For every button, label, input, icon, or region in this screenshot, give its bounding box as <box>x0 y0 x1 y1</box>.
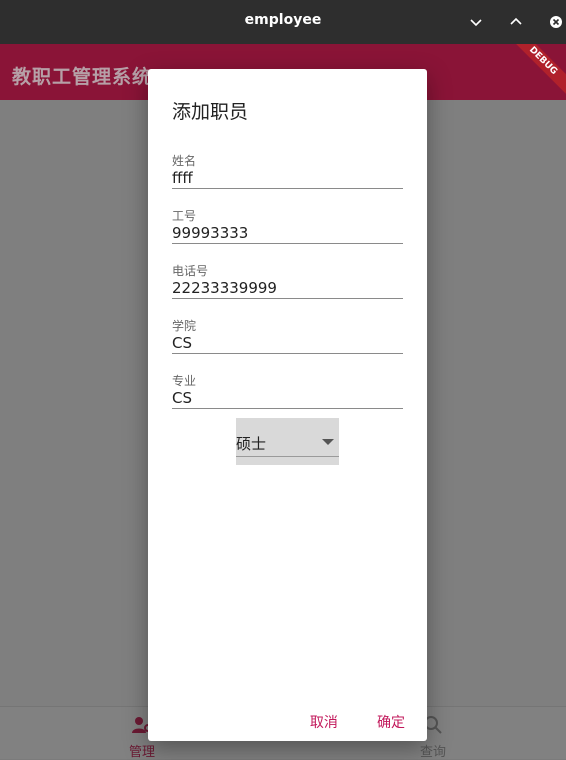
phone-label: 电话号 <box>172 264 209 278</box>
major-field[interactable]: 专业 <box>172 360 403 409</box>
college-input[interactable] <box>172 333 403 353</box>
phone-field[interactable]: 电话号 <box>172 250 403 299</box>
dropdown-arrow-icon <box>322 439 334 445</box>
dialog-title: 添加职员 <box>172 101 249 123</box>
nav-label-manage: 管理 <box>128 745 155 760</box>
major-input[interactable] <box>172 388 403 408</box>
dropdown-underline <box>236 456 339 457</box>
degree-dropdown[interactable]: 硕士 <box>236 418 339 465</box>
college-field[interactable]: 学院 <box>172 305 403 354</box>
confirm-button[interactable]: 确定 <box>377 712 405 732</box>
nav-label-query: 查询 <box>419 745 446 760</box>
name-field[interactable]: 姓名 <box>172 140 403 189</box>
chevron-up-icon[interactable] <box>506 12 526 32</box>
employee-id-field[interactable]: 工号 <box>172 195 403 244</box>
app-title: 教职工管理系统 <box>12 66 153 88</box>
dialog-actions: 取消 确定 <box>276 712 405 732</box>
employee-id-label: 工号 <box>172 209 197 223</box>
college-label: 学院 <box>172 319 197 333</box>
degree-value: 硕士 <box>236 435 267 453</box>
chevron-down-icon[interactable] <box>466 12 486 32</box>
employee-id-input[interactable] <box>172 223 403 243</box>
window-titlebar: employee <box>0 0 566 44</box>
debug-banner: DEBUG <box>499 44 566 100</box>
add-employee-dialog: 添加职员 姓名 工号 电话号 学院 专业 硕士 取消 确定 <box>148 69 427 741</box>
cancel-button[interactable]: 取消 <box>310 712 338 732</box>
close-icon[interactable] <box>546 12 566 32</box>
major-label: 专业 <box>172 374 197 388</box>
name-input[interactable] <box>172 168 403 188</box>
name-label: 姓名 <box>172 154 197 168</box>
phone-input[interactable] <box>172 278 403 298</box>
